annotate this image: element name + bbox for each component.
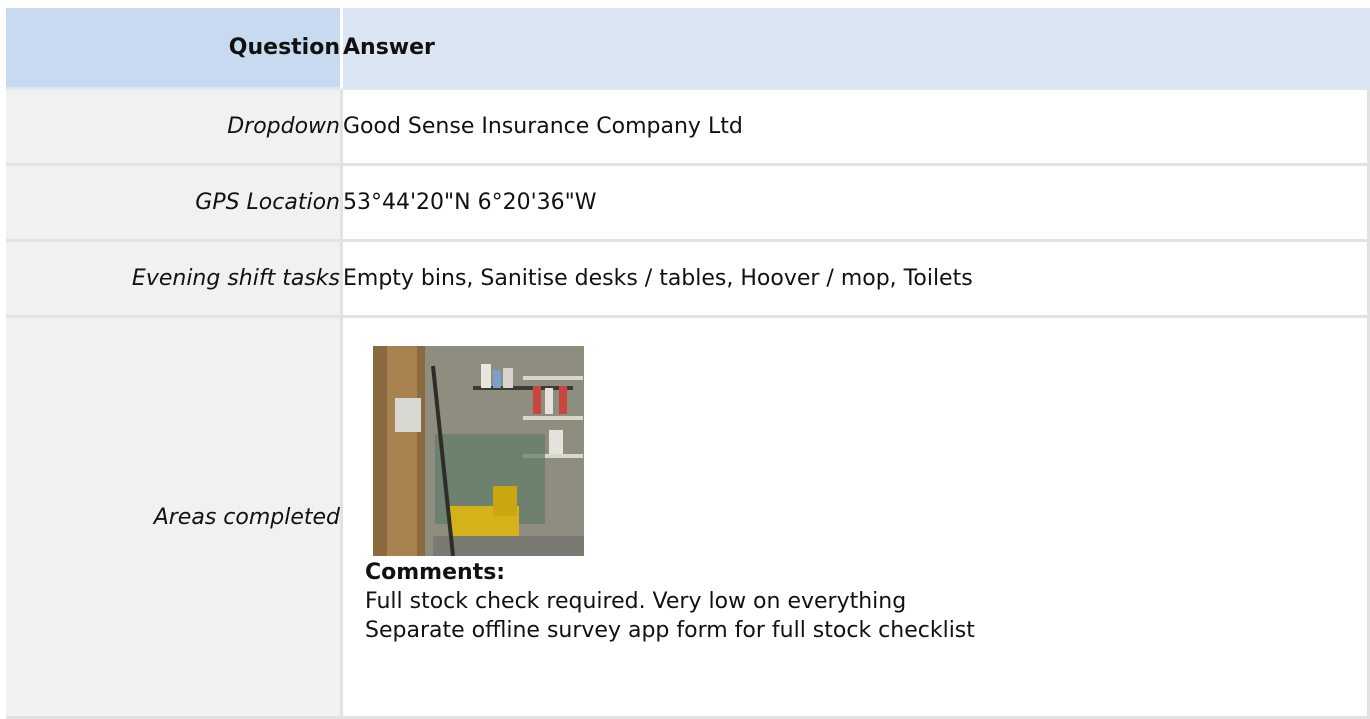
areas-completed-photo[interactable] (373, 346, 584, 556)
answer-cell-gps: 53°44'20"N 6°20'36"W (340, 166, 1370, 242)
header-question: Question (6, 8, 340, 90)
table-row: Areas completed Comments: Full stock che… (6, 318, 1370, 719)
comment-line-1: Full stock check required. Very low on e… (365, 589, 907, 614)
table-header-row: Question Answer (6, 8, 1370, 90)
question-cell-dropdown: Dropdown (6, 90, 340, 166)
header-answer: Answer (340, 8, 1370, 90)
question-cell-tasks: Evening shift tasks (6, 242, 340, 318)
question-cell-areas: Areas completed (6, 318, 340, 719)
answer-cell-dropdown: Good Sense Insurance Company Ltd (340, 90, 1370, 166)
comments-label: Comments: (365, 560, 506, 585)
comment-line-2: Separate offline survey app form for ful… (365, 618, 975, 643)
qa-table: Question Answer Dropdown Good Sense Insu… (6, 8, 1370, 719)
table-row: GPS Location 53°44'20"N 6°20'36"W (6, 166, 1370, 242)
answer-cell-tasks: Empty bins, Sanitise desks / tables, Hoo… (340, 242, 1370, 318)
question-cell-gps: GPS Location (6, 166, 340, 242)
table-row: Evening shift tasks Empty bins, Sanitise… (6, 242, 1370, 318)
table-row: Dropdown Good Sense Insurance Company Lt… (6, 90, 1370, 166)
report-page: Question Answer Dropdown Good Sense Insu… (0, 0, 1370, 719)
answer-cell-areas: Comments: Full stock check required. Ver… (340, 318, 1370, 719)
